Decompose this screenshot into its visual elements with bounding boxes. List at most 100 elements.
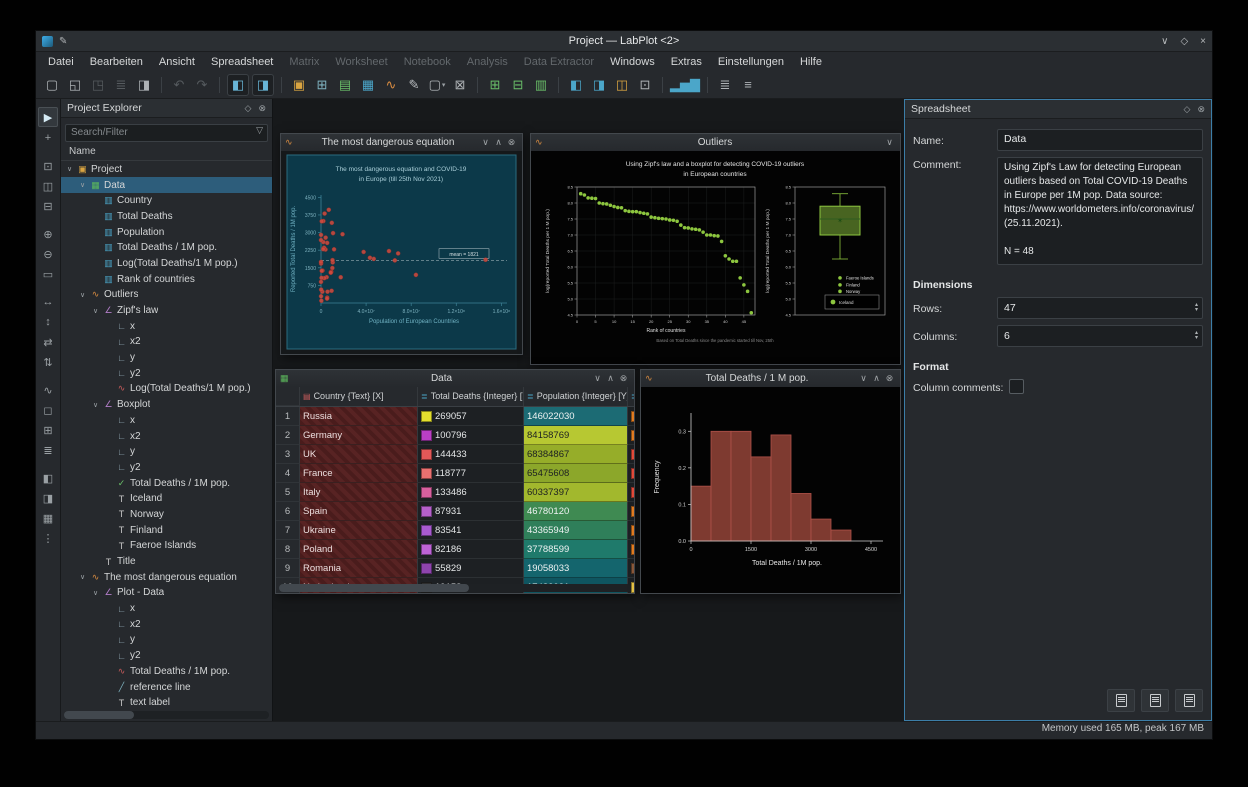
cell-population[interactable]: 37788599 (524, 540, 628, 559)
tree-item-y[interactable]: ∟ y (61, 632, 272, 648)
spin-down-icon[interactable]: ▾ (1195, 307, 1198, 313)
tree-item-total-deaths[interactable]: ▥ Total Deaths (61, 209, 272, 225)
row-number[interactable]: 7 (276, 521, 300, 540)
table-row[interactable]: 9 Romania 55829 19058033 (276, 559, 634, 578)
panel-float-icon[interactable]: ◇ (245, 103, 252, 114)
tree-item-text-label[interactable]: Ttext label (61, 695, 272, 711)
horizontal-layout-icon[interactable]: ◨ (39, 489, 57, 507)
table-row[interactable]: 5 Italy 133486 60337397 (276, 483, 634, 502)
auto-scale-x-icon[interactable]: ⇄ (39, 333, 57, 351)
tree-item-reference-line[interactable]: ╱ reference line (61, 679, 272, 695)
row-number[interactable]: 3 (276, 445, 300, 464)
row-number[interactable]: 6 (276, 502, 300, 521)
break-layout-icon[interactable]: ⋮ (39, 529, 57, 547)
dock-header[interactable]: Spreadsheet ◇ ⊗ (905, 100, 1211, 119)
sort-descending-button[interactable]: ≡ (738, 75, 758, 95)
mdi-close-icon[interactable]: ⊗ (883, 373, 896, 384)
cell-extra[interactable] (628, 502, 634, 521)
tree-item-zipf-s-law[interactable]: ∨ ∠ Zipf's law (61, 303, 272, 319)
pin-icon[interactable]: ✎ (59, 36, 67, 47)
tree-item-population[interactable]: ▥ Population (61, 224, 272, 240)
cell-total-deaths[interactable]: 100796 (418, 426, 524, 445)
maximize-icon[interactable]: ◇ (1180, 36, 1188, 47)
tree-item-x[interactable]: ∟ x (61, 413, 272, 429)
zoom-out-icon[interactable]: ⊖ (39, 245, 57, 263)
cell-extra[interactable] (628, 464, 634, 483)
shift-x-icon[interactable]: ↔ (39, 293, 57, 311)
cell-total-deaths[interactable]: 118777 (418, 464, 524, 483)
cursor-mode-icon[interactable]: ▶ (38, 107, 58, 127)
tree-item-log-total-deaths-1-m-pop[interactable]: ▥ Log(Total Deaths/1 M pop.) (61, 256, 272, 272)
cell-extra[interactable] (628, 540, 634, 559)
cell-population[interactable]: 60337397 (524, 483, 628, 502)
add-text-label-icon[interactable]: ◻ (39, 401, 57, 419)
table-row[interactable]: 4 France 118777 65475608 (276, 464, 634, 483)
cell-country[interactable]: UK (300, 445, 418, 464)
insert-column-right-button[interactable]: ◨ (589, 75, 609, 95)
tree-item-plot-data[interactable]: ∨ ∠ Plot - Data (61, 585, 272, 601)
insert-row-below-button[interactable]: ⊟ (508, 75, 528, 95)
spin-down-icon[interactable]: ▾ (1195, 335, 1198, 341)
add-info-element-icon[interactable]: ≣ (39, 441, 57, 459)
new-worksheet-button[interactable]: ∿ (381, 75, 401, 95)
remove-row-button[interactable]: ▥ (531, 75, 551, 95)
cell-extra[interactable] (628, 521, 634, 540)
window-data-spreadsheet[interactable]: ▦ Data ∨ ∧ ⊗ ▤ Country {Text} [X] ≣ Total D… (275, 369, 635, 594)
column-header-extra[interactable]: ≣ (628, 387, 634, 406)
export-button[interactable]: ◨ (134, 75, 154, 95)
cell-total-deaths[interactable]: 144433 (418, 445, 524, 464)
column-header-population-integer-y[interactable]: ≣ Population {Integer} [Y] (524, 387, 628, 406)
column-header-country-text-x[interactable]: ▤ Country {Text} [X] (300, 387, 418, 406)
close-icon[interactable]: × (1200, 36, 1206, 47)
mdi-maximize-icon[interactable]: ∧ (870, 373, 883, 384)
expander-icon[interactable]: ∨ (91, 307, 100, 315)
dock-float-icon[interactable]: ◇ (1184, 104, 1191, 115)
tree-item-y[interactable]: ∟ y (61, 350, 272, 366)
menu-spreadsheet[interactable]: Spreadsheet (203, 54, 281, 70)
crosshair-mode-icon[interactable]: + (39, 129, 57, 147)
titlebar[interactable]: ✎ Project — LabPlot <2> ∨ ◇ × (36, 31, 1212, 52)
new-datapicker-button[interactable]: ▢ ▾ (427, 75, 447, 95)
tree-item-country[interactable]: ▥ Country (61, 193, 272, 209)
table-row[interactable]: 8 Poland 82186 37788599 (276, 540, 634, 559)
column-comments-checkbox[interactable] (1009, 379, 1025, 394)
cell-total-deaths[interactable]: 133486 (418, 483, 524, 502)
tree-item-the-most-dangerous-equation[interactable]: ∨ ∿ The most dangerous equation (61, 569, 272, 585)
cell-country[interactable]: Germany (300, 426, 418, 445)
tree-item-title[interactable]: T Title (61, 554, 272, 570)
row-number[interactable]: 9 (276, 559, 300, 578)
zoom-fit-icon[interactable]: ▭ (39, 265, 57, 283)
mdi-minimize-icon[interactable]: ∨ (591, 373, 604, 384)
tree-item-x[interactable]: ∟ x (61, 318, 272, 334)
expander-icon[interactable]: ∨ (91, 589, 100, 597)
tree-item-iceland[interactable]: T Iceland (61, 491, 272, 507)
cell-population[interactable]: 146022030 (524, 407, 628, 426)
scrollbar-thumb[interactable] (64, 711, 134, 719)
template-save-button[interactable] (1141, 689, 1169, 712)
column-statistics-button[interactable]: ⊡ (635, 75, 655, 95)
minimize-icon[interactable]: ∨ (1161, 36, 1168, 47)
tree-item-y2[interactable]: ∟ y2 (61, 648, 272, 664)
tree-item-x2[interactable]: ∟ x2 (61, 616, 272, 632)
menu-einstellungen[interactable]: Einstellungen (710, 54, 792, 70)
zoom-y-select-mode-icon[interactable]: ⊟ (39, 197, 57, 215)
add-curve-icon[interactable]: ∿ (39, 381, 57, 399)
tree-item-boxplot[interactable]: ∨ ∠ Boxplot (61, 397, 272, 413)
table-row[interactable]: 7 Ukraine 83541 43365949 (276, 521, 634, 540)
cell-country[interactable]: Romania (300, 559, 418, 578)
scrollbar-thumb[interactable] (279, 584, 469, 592)
panel-close-icon[interactable]: ⊗ (258, 103, 266, 114)
cell-total-deaths[interactable]: 82186 (418, 540, 524, 559)
cell-population[interactable]: 65475608 (524, 464, 628, 483)
cell-extra[interactable] (628, 407, 634, 426)
row-number[interactable]: 1 (276, 407, 300, 426)
window-most-dangerous-equation[interactable]: ∿ The most dangerous equation ∨ ∧ ⊗ The … (280, 133, 523, 355)
table-row[interactable]: 2 Germany 100796 84158769 (276, 426, 634, 445)
new-notebook-button[interactable]: ✎ (404, 75, 424, 95)
project-explorer-header[interactable]: Project Explorer ◇ ⊗ (61, 99, 272, 118)
cell-country[interactable]: Poland (300, 540, 418, 559)
cell-total-deaths[interactable]: 87931 (418, 502, 524, 521)
cell-population[interactable]: 68384867 (524, 445, 628, 464)
new-matrix-button[interactable]: ▦ (358, 75, 378, 95)
add-image-icon[interactable]: ⊞ (39, 421, 57, 439)
